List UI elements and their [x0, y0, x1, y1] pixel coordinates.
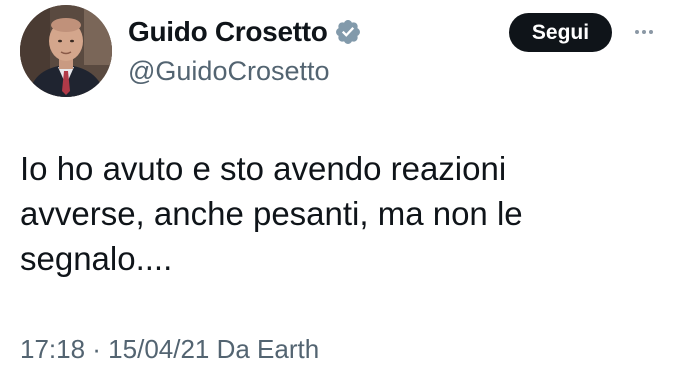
avatar-photo: [20, 5, 112, 97]
tweet-text-line: avverse, anche pesanti, ma non le: [20, 195, 523, 232]
more-dot: [635, 30, 639, 34]
tweet-timestamp[interactable]: 17:18 · 15/04/21 Da Earth: [20, 334, 319, 365]
tweet-text-line: segnalo....: [20, 240, 173, 277]
more-dot: [649, 30, 653, 34]
tweet-card: Guido Crosetto @GuidoCrosetto Segui Io h…: [0, 0, 680, 390]
author-display-name[interactable]: Guido Crosetto: [128, 16, 328, 48]
tweet-text: Io ho avuto e sto avendo reazioni avvers…: [20, 146, 620, 281]
more-options-icon[interactable]: [628, 14, 660, 50]
more-dot: [642, 30, 646, 34]
tweet-text-line: Io ho avuto e sto avendo reazioni: [20, 150, 507, 187]
verified-badge-icon: [335, 20, 360, 44]
follow-button[interactable]: Segui: [509, 13, 612, 52]
author-handle[interactable]: @GuidoCrosetto: [128, 56, 330, 87]
avatar[interactable]: [20, 5, 112, 97]
author-name-row: Guido Crosetto: [128, 14, 362, 50]
